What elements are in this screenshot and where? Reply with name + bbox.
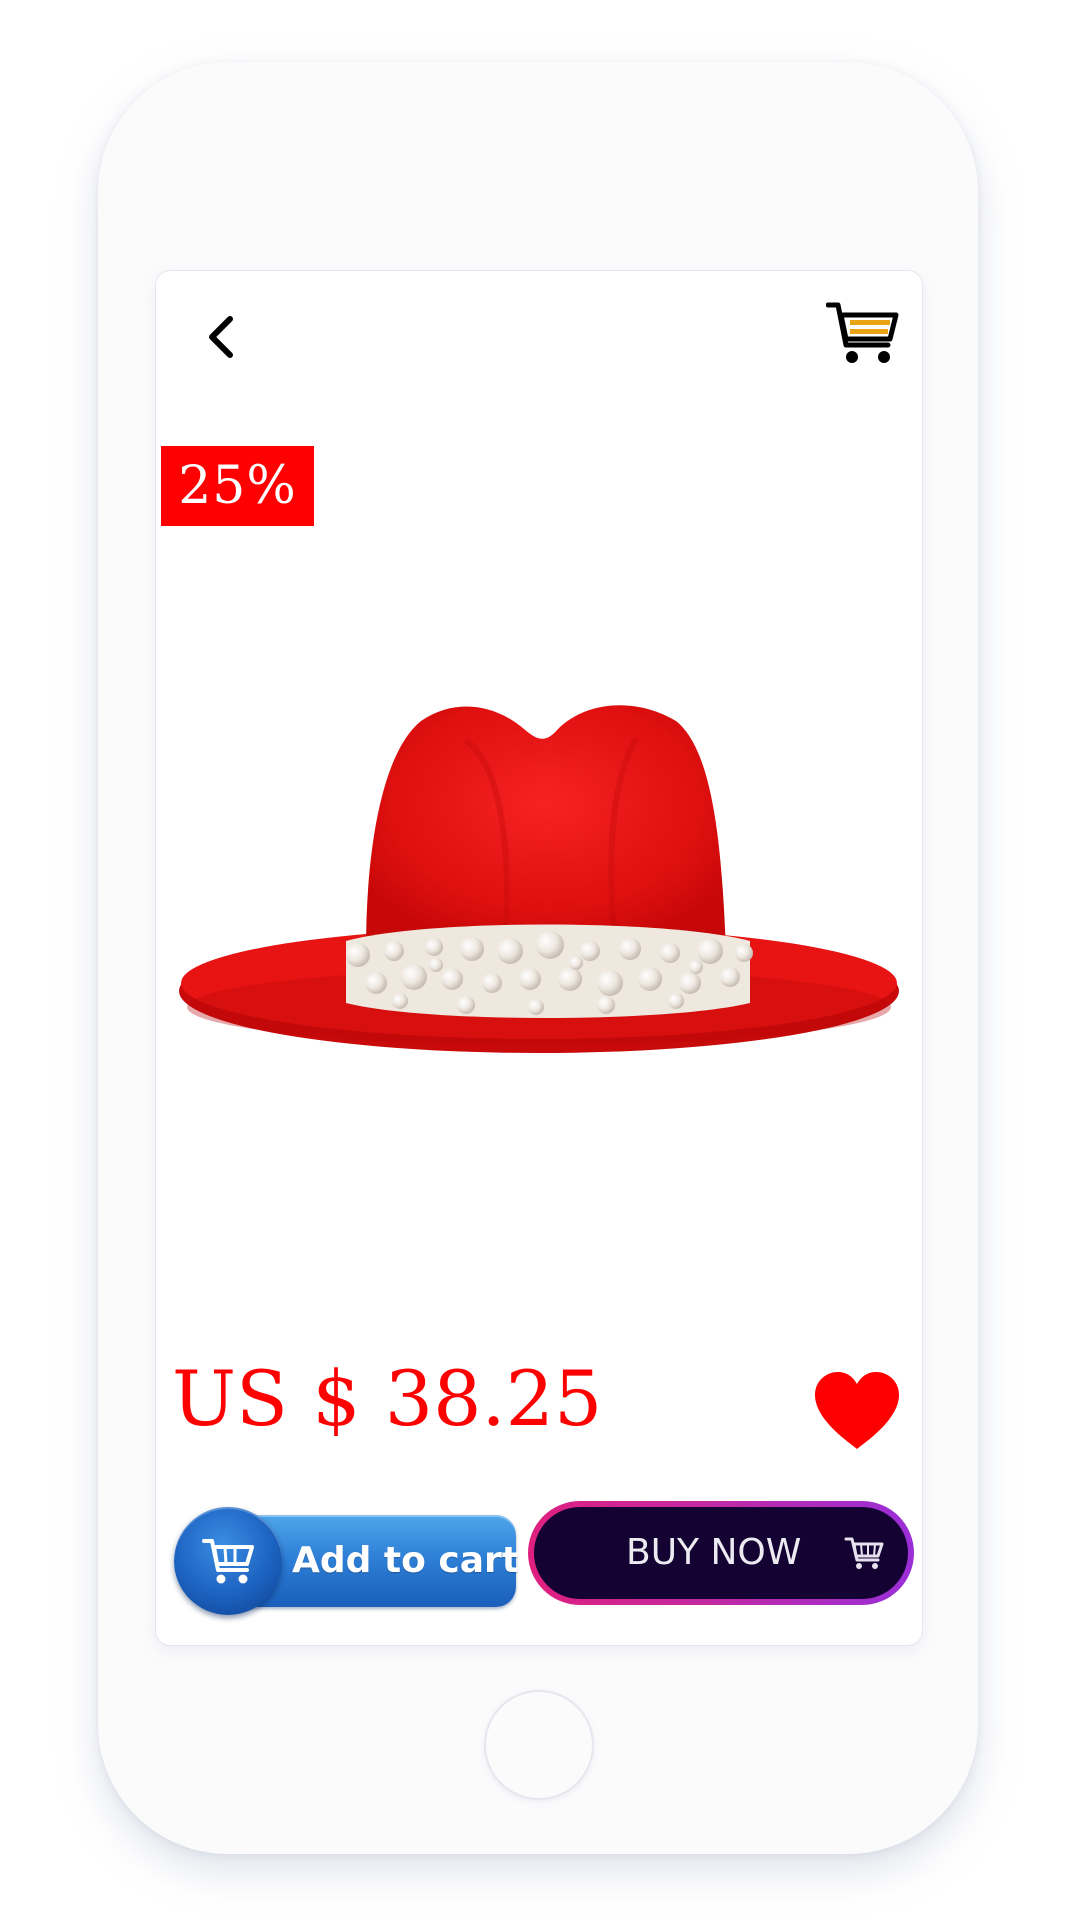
heart-icon — [815, 1372, 899, 1449]
shopping-cart-icon — [202, 1539, 254, 1584]
back-button[interactable] — [198, 309, 242, 365]
buy-now-button[interactable]: BUY NOW — [528, 1501, 914, 1605]
wishlist-button[interactable] — [811, 1369, 903, 1453]
page: 25% US $ 38.25 Add to cart BUY NOW — [0, 0, 1080, 1920]
discount-badge: 25% — [161, 446, 314, 526]
shopping-cart-icon — [825, 302, 899, 363]
add-to-cart-label: Add to cart — [292, 1540, 520, 1581]
add-to-cart-button[interactable]: Add to cart — [174, 1507, 520, 1615]
add-to-cart-icon-circle — [174, 1507, 282, 1615]
product-price: US $ 38.25 — [172, 1354, 603, 1443]
shopping-cart-icon — [844, 1537, 884, 1569]
chevron-left-icon — [209, 316, 233, 358]
product-screen: 25% US $ 38.25 Add to cart BUY NOW — [156, 271, 922, 1645]
buy-now-label: BUY NOW — [626, 1532, 802, 1573]
home-button[interactable] — [484, 1690, 594, 1800]
cart-button[interactable] — [825, 301, 900, 367]
product-image — [179, 705, 899, 1053]
